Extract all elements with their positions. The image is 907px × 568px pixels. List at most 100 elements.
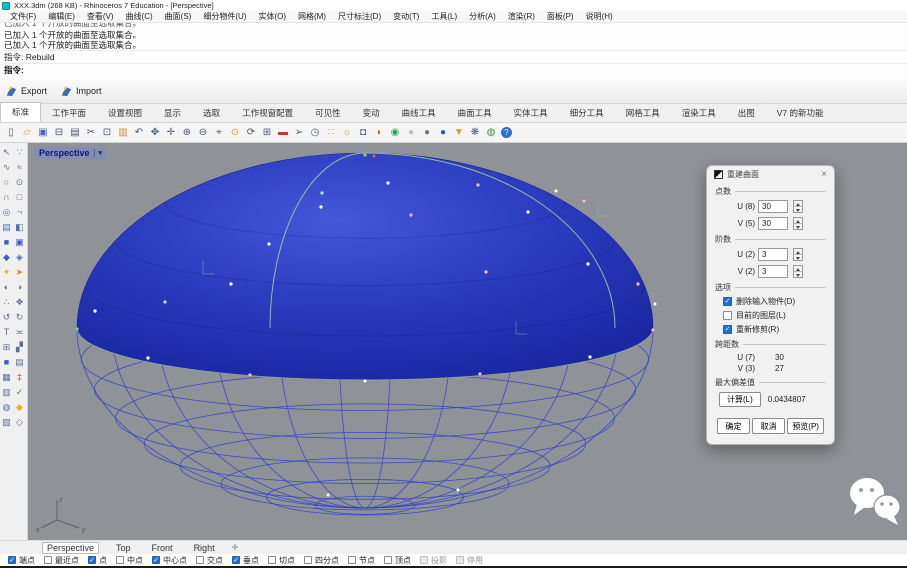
osnap-toggle[interactable]: 节点 [348, 555, 375, 566]
toolbar-tab[interactable]: 细分工具 [559, 104, 615, 122]
polyline-icon[interactable]: ¬ [13, 205, 26, 220]
check-icon[interactable]: ✓ [13, 385, 26, 400]
toolbar-tab[interactable]: 显示 [153, 104, 192, 122]
param-input[interactable]: 3 [758, 248, 788, 261]
toolbar-tab[interactable]: 标准 [0, 102, 41, 122]
cube-icon[interactable]: ■ [0, 355, 13, 370]
dimension-icon[interactable]: ≍ [13, 325, 26, 340]
solid-icon[interactable]: ◆ [0, 250, 13, 265]
menu-item[interactable]: 实体(O) [252, 11, 292, 22]
spinner-control[interactable] [793, 200, 803, 213]
render-globe-icon[interactable]: ◍ [483, 124, 499, 142]
extrude-icon[interactable]: ▣ [13, 235, 26, 250]
curve-edit-icon[interactable]: ↺ [0, 310, 13, 325]
hide-icon[interactable]: ▬ [275, 124, 291, 142]
spinner-control[interactable] [793, 248, 803, 261]
osnap-toggle[interactable]: 中点 [116, 555, 143, 566]
shear-icon[interactable]: ▞ [13, 340, 26, 355]
menu-item[interactable]: 尺寸标注(D) [332, 11, 387, 22]
mesh-icon[interactable]: ▦ [0, 370, 13, 385]
preview-button[interactable]: 预览(P) [787, 418, 824, 434]
menu-item[interactable]: 面板(P) [541, 11, 580, 22]
fillet-icon[interactable]: ◐ [0, 280, 13, 295]
render-sphere-icon[interactable]: ◍ [0, 400, 13, 415]
cancel-button[interactable]: 取消 [752, 418, 785, 434]
menu-item[interactable]: 曲面(S) [159, 11, 198, 22]
param-input[interactable]: 3 [758, 265, 788, 278]
dialog-option[interactable]: 重新修剪(R) [723, 324, 826, 335]
viewport-label[interactable]: Perspective ▾ [34, 147, 107, 159]
osnap-toggle[interactable]: 停用 [456, 555, 483, 566]
zoom-extents-icon[interactable]: ⊙ [227, 124, 243, 142]
filter-icon[interactable]: ▼ [451, 124, 467, 142]
rectangle-icon[interactable]: □ [13, 190, 26, 205]
menu-item[interactable]: 工具(L) [425, 11, 463, 22]
zoom-in-icon[interactable]: ⊕ [179, 124, 195, 142]
help-icon[interactable]: ? [501, 127, 512, 138]
array-icon[interactable]: ⊞ [0, 340, 13, 355]
toolbar-tab[interactable]: 出图 [727, 104, 766, 122]
pan-icon[interactable]: ✥ [147, 124, 163, 142]
menu-item[interactable]: 查看(V) [81, 11, 120, 22]
chevron-down-icon[interactable]: ▾ [94, 149, 103, 157]
box-icon[interactable]: ■ [0, 235, 13, 250]
dialog-titlebar[interactable]: 重建曲面 × [707, 166, 834, 182]
dialog-option[interactable]: 删除输入物件(D) [723, 296, 826, 307]
osnap-toggle[interactable]: 最近点 [44, 555, 79, 566]
export-button[interactable]: Export [6, 86, 47, 97]
osnap-toggle[interactable]: 端点 [8, 555, 35, 566]
print-icon[interactable]: ⊟ [51, 124, 67, 142]
import-button[interactable]: Import [61, 86, 102, 97]
dialog-option[interactable]: 目前的图层(L) [723, 310, 826, 321]
export-doc-icon[interactable]: ▤ [67, 124, 83, 142]
shaded-mode-icon[interactable]: ● [419, 124, 435, 142]
point-cloud-icon[interactable]: ∴ [0, 295, 13, 310]
calculate-button[interactable]: 计算(L) [719, 392, 761, 407]
close-icon[interactable]: × [821, 169, 827, 180]
param-input[interactable]: 30 [758, 217, 788, 230]
menu-item[interactable]: 网格(M) [292, 11, 332, 22]
grid-icon[interactable]: ⊞ [259, 124, 275, 142]
menu-item[interactable]: 曲线(C) [120, 11, 159, 22]
text-icon[interactable]: T [0, 325, 13, 340]
blend-icon[interactable]: ◑ [13, 280, 26, 295]
rotate-view-icon[interactable]: ⟳ [243, 124, 259, 142]
menu-item[interactable]: 说明(H) [580, 11, 619, 22]
select-icon[interactable]: ↖ [0, 145, 13, 160]
move-icon[interactable]: ✛ [163, 124, 179, 142]
osnap-toggle[interactable]: 垂点 [232, 555, 259, 566]
ok-button[interactable]: 确定 [717, 418, 750, 434]
toolbar-tab[interactable]: 渲染工具 [671, 104, 727, 122]
viewport-tab[interactable]: Front [148, 543, 177, 553]
toolbar-tab[interactable]: 曲面工具 [447, 104, 503, 122]
history-icon[interactable]: ◷ [307, 124, 323, 142]
zoom-out-icon[interactable]: ⊖ [195, 124, 211, 142]
save-icon[interactable]: ▣ [35, 124, 51, 142]
misc-icon[interactable]: ◇ [13, 415, 26, 430]
shaded-view-icon[interactable]: ◗ [371, 124, 387, 142]
osnap-toggle[interactable]: 投影 [420, 555, 447, 566]
menu-item[interactable]: 文件(F) [4, 11, 42, 22]
undo-icon[interactable]: ↶ [131, 124, 147, 142]
menu-item[interactable]: 渲染(R) [502, 11, 541, 22]
viewport-tab[interactable]: Perspective [42, 542, 99, 554]
toolbar-tab[interactable]: 可见性 [304, 104, 352, 122]
toolbar-tab[interactable]: 变动 [352, 104, 391, 122]
zipper-icon[interactable]: ‡ [13, 370, 26, 385]
toolbar-tab[interactable]: 工作视窗配置 [231, 104, 304, 122]
toolbar-tab[interactable]: 工作平面 [41, 104, 97, 122]
wireframe-mode-icon[interactable]: ● [403, 124, 419, 142]
trim-icon[interactable]: ➤ [13, 265, 26, 280]
points-on-icon[interactable]: ∷ [323, 124, 339, 142]
boolean-union-icon[interactable]: ✦ [0, 265, 13, 280]
color-wheel-icon[interactable]: ◉ [387, 124, 403, 142]
menu-item[interactable]: 编辑(E) [42, 11, 81, 22]
sweep-icon[interactable]: ◧ [13, 220, 26, 235]
pipe-icon[interactable]: ◈ [13, 250, 26, 265]
arc-icon[interactable]: ∩ [0, 190, 13, 205]
hatch-icon[interactable]: ▨ [0, 415, 13, 430]
toolbar-tab[interactable]: 实体工具 [503, 104, 559, 122]
osnap-toggle[interactable]: 点 [88, 555, 107, 566]
curve-tools-icon[interactable]: ≈ [13, 160, 26, 175]
curve-icon[interactable]: ∿ [0, 160, 13, 175]
